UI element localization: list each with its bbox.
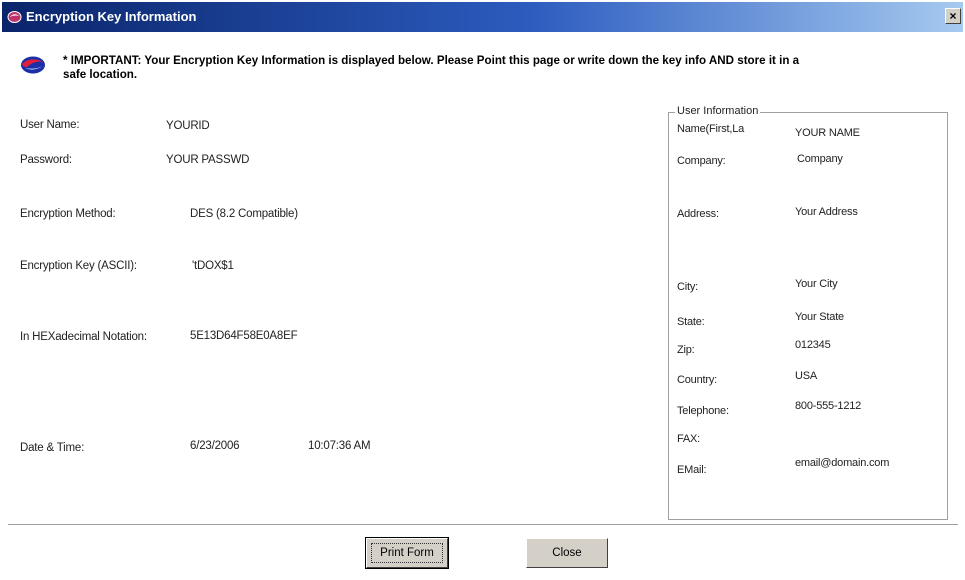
encryption-method-label: Encryption Method: xyxy=(20,208,116,220)
address-value: Your Address xyxy=(795,206,858,218)
date-value: 6/23/2006 xyxy=(190,440,240,452)
telephone-label: Telephone: xyxy=(677,405,729,417)
window-title: Encryption Key Information xyxy=(26,9,197,24)
close-window-button[interactable]: × xyxy=(945,8,961,24)
password-value: YOUR PASSWD xyxy=(166,154,250,166)
zip-label: Zip: xyxy=(677,344,695,356)
password-label: Password: xyxy=(20,154,72,166)
hex-notation-value: 5E13D64F58E0A8EF xyxy=(190,330,298,342)
email-value: email@domain.com xyxy=(795,457,890,469)
company-label: Company: xyxy=(677,155,726,167)
print-form-button-label: Print Form xyxy=(371,543,443,563)
user-name-label: User Name: xyxy=(20,119,80,131)
app-logo-icon xyxy=(21,56,45,74)
zip-value: 012345 xyxy=(795,339,831,351)
name-label: Name(First,La xyxy=(677,123,745,135)
time-value: 10:07:36 AM xyxy=(308,440,371,452)
address-label: Address: xyxy=(677,208,719,220)
email-label: EMail: xyxy=(677,464,707,476)
encryption-method-value: DES (8.2 Compatible) xyxy=(190,208,298,220)
company-value: Company xyxy=(797,153,843,165)
important-notice: * IMPORTANT: Your Encryption Key Informa… xyxy=(63,54,800,81)
title-bar[interactable]: Encryption Key Information × xyxy=(2,2,963,32)
user-information-group: User Information Name(First,La YOUR NAME… xyxy=(668,105,948,520)
country-value: USA xyxy=(795,370,818,382)
country-label: Country: xyxy=(677,374,717,386)
dialog-content: * IMPORTANT: Your Encryption Key Informa… xyxy=(8,34,958,524)
telephone-value: 800-555-1212 xyxy=(795,400,862,412)
city-label: City: xyxy=(677,281,699,293)
encryption-key-dialog: Encryption Key Information × * IMPORTANT… xyxy=(0,0,965,580)
app-logo-icon xyxy=(7,11,22,23)
hex-notation-label: In HEXadecimal Notation: xyxy=(20,331,147,343)
fax-label: FAX: xyxy=(677,433,701,445)
city-value: Your City xyxy=(795,278,838,290)
button-bar: Print Form Close xyxy=(8,525,958,580)
date-time-label: Date & Time: xyxy=(20,442,85,454)
user-information-legend: User Information xyxy=(675,105,761,117)
encryption-key-ascii-label: Encryption Key (ASCII): xyxy=(20,260,137,272)
user-name-value: YOURID xyxy=(166,120,210,132)
state-value: Your State xyxy=(795,311,844,323)
encryption-key-ascii-value: 'tDOX$1 xyxy=(192,260,234,272)
close-button[interactable]: Close xyxy=(526,538,608,568)
print-form-button[interactable]: Print Form xyxy=(365,537,449,569)
name-value: YOUR NAME xyxy=(795,127,860,139)
state-label: State: xyxy=(677,316,705,328)
